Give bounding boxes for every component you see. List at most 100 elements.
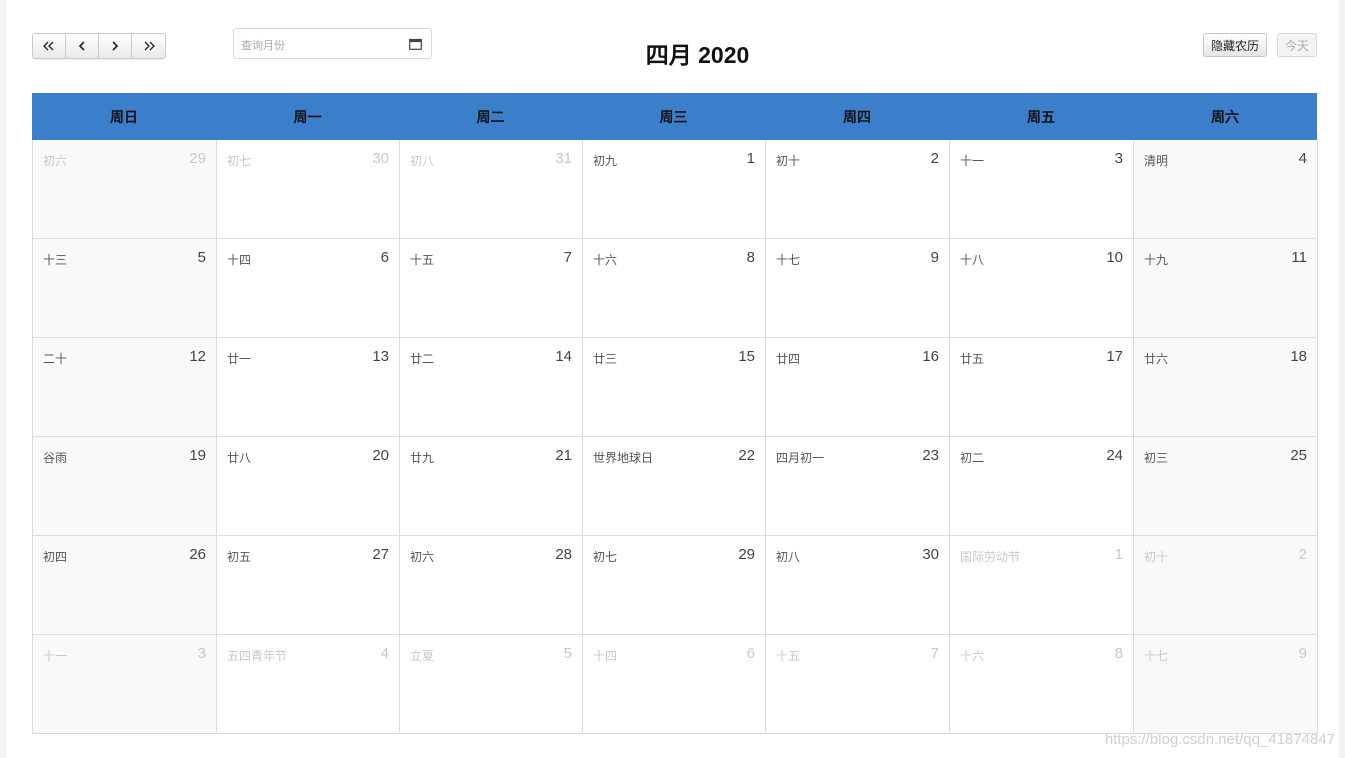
day-number: 1 [746,150,755,167]
day-cell[interactable]: 初五 27 [217,536,400,635]
lunar-date-label: 清明 [1144,154,1169,168]
day-number: 30 [922,546,939,563]
day-number: 6 [746,645,755,662]
day-cell[interactable]: 十四 6 [583,635,766,734]
day-cell[interactable]: 初四 26 [33,536,217,635]
lunar-date-label: 廿二 [410,352,435,366]
day-number: 10 [1106,249,1123,266]
calendar-title-wrap: 四月 2020 [0,36,1345,70]
lunar-date-label: 廿四 [776,352,801,366]
lunar-date-label: 廿五 [960,352,985,366]
lunar-date-label: 十七 [776,253,801,267]
day-number: 23 [922,447,939,464]
day-cells: 初六 29 初七 30 初八 31 初九 1 初十 2 十一 3 清明 4 十三 5 十四 6 十五 7 十六 8 十七 9 十… [32,140,1318,734]
day-cell[interactable]: 十三 5 [33,239,217,338]
day-cell[interactable]: 清明 4 [1134,140,1318,239]
day-number: 31 [555,150,572,167]
day-cell[interactable]: 十六 8 [950,635,1134,734]
day-number: 8 [746,249,755,266]
lunar-date-label: 廿六 [1144,352,1169,366]
day-cell[interactable]: 五四青年节 4 [217,635,400,734]
day-cell[interactable]: 廿六 18 [1134,338,1318,437]
lunar-date-label: 五四青年节 [227,649,288,663]
lunar-date-label: 十一 [960,154,985,168]
day-number: 24 [1106,447,1123,464]
day-number: 20 [372,447,389,464]
lunar-date-label: 二十 [43,352,68,366]
lunar-date-label: 十一 [43,649,68,663]
day-cell[interactable]: 初十 2 [1134,536,1318,635]
day-cell[interactable]: 初六 28 [400,536,583,635]
day-number: 3 [1114,150,1123,167]
day-number: 14 [555,348,572,365]
day-number: 25 [1290,447,1307,464]
day-cell[interactable]: 初三 25 [1134,437,1318,536]
lunar-date-label: 初十 [776,154,801,168]
day-cell[interactable]: 廿四 16 [766,338,950,437]
lunar-date-label: 十四 [227,253,252,267]
day-cell[interactable]: 初二 24 [950,437,1134,536]
day-cell[interactable]: 初七 29 [583,536,766,635]
day-cell[interactable]: 初九 1 [583,140,766,239]
day-number: 1 [1114,546,1123,563]
lunar-date-label: 十三 [43,253,68,267]
day-cell[interactable]: 十五 7 [400,239,583,338]
day-number: 11 [1291,249,1307,266]
day-number: 29 [738,546,755,563]
day-cell[interactable]: 廿三 15 [583,338,766,437]
day-number: 15 [738,348,755,365]
day-number: 7 [930,645,939,662]
day-cell[interactable]: 初七 30 [217,140,400,239]
day-cell[interactable]: 廿九 21 [400,437,583,536]
day-cell[interactable]: 初八 30 [766,536,950,635]
day-number: 21 [555,447,572,464]
day-number: 4 [1298,150,1307,167]
weekday-header-row: 周日 周一 周二 周三 周四 周五 周六 [32,93,1317,140]
day-cell[interactable]: 初六 29 [33,140,217,239]
day-cell[interactable]: 初十 2 [766,140,950,239]
lunar-date-label: 十八 [960,253,985,267]
day-number: 18 [1290,348,1307,365]
day-cell[interactable]: 谷雨 19 [33,437,217,536]
lunar-date-label: 初六 [43,154,68,168]
day-cell[interactable]: 四月初一 23 [766,437,950,536]
day-cell[interactable]: 十四 6 [217,239,400,338]
day-cell[interactable]: 二十 12 [33,338,217,437]
lunar-date-label: 初七 [593,550,618,564]
hide-lunar-button[interactable]: 隐藏农历 [1203,33,1267,57]
day-number: 3 [197,645,206,662]
day-cell[interactable]: 廿二 14 [400,338,583,437]
lunar-date-label: 初十 [1144,550,1169,564]
day-cell[interactable]: 廿一 13 [217,338,400,437]
day-number: 22 [738,447,755,464]
day-cell[interactable]: 十九 11 [1134,239,1318,338]
day-cell[interactable]: 世界地球日 22 [583,437,766,536]
day-number: 8 [1114,645,1123,662]
page-edge-right [1339,0,1345,758]
day-number: 7 [563,249,572,266]
day-cell[interactable]: 立夏 5 [400,635,583,734]
day-cell[interactable]: 十一 3 [950,140,1134,239]
day-cell[interactable]: 十五 7 [766,635,950,734]
lunar-date-label: 十四 [593,649,618,663]
day-number: 4 [380,645,389,662]
lunar-date-label: 谷雨 [43,451,68,465]
lunar-date-label: 四月初一 [776,451,825,465]
day-cell[interactable]: 廿八 20 [217,437,400,536]
day-number: 9 [1298,645,1307,662]
lunar-date-label: 初九 [593,154,618,168]
day-cell[interactable]: 廿五 17 [950,338,1134,437]
day-cell[interactable]: 十七 9 [766,239,950,338]
lunar-date-label: 廿三 [593,352,618,366]
day-cell[interactable]: 国际劳动节 1 [950,536,1134,635]
weekday-header-sun: 周日 [110,109,138,126]
day-cell[interactable]: 十八 10 [950,239,1134,338]
day-cell[interactable]: 十六 8 [583,239,766,338]
day-cell[interactable]: 十一 3 [33,635,217,734]
lunar-date-label: 十九 [1144,253,1169,267]
day-cell[interactable]: 初八 31 [400,140,583,239]
weekday-header-thu: 周四 [843,109,871,126]
day-cell[interactable]: 十七 9 [1134,635,1318,734]
today-button[interactable]: 今天 [1277,33,1317,57]
day-number: 30 [372,150,389,167]
